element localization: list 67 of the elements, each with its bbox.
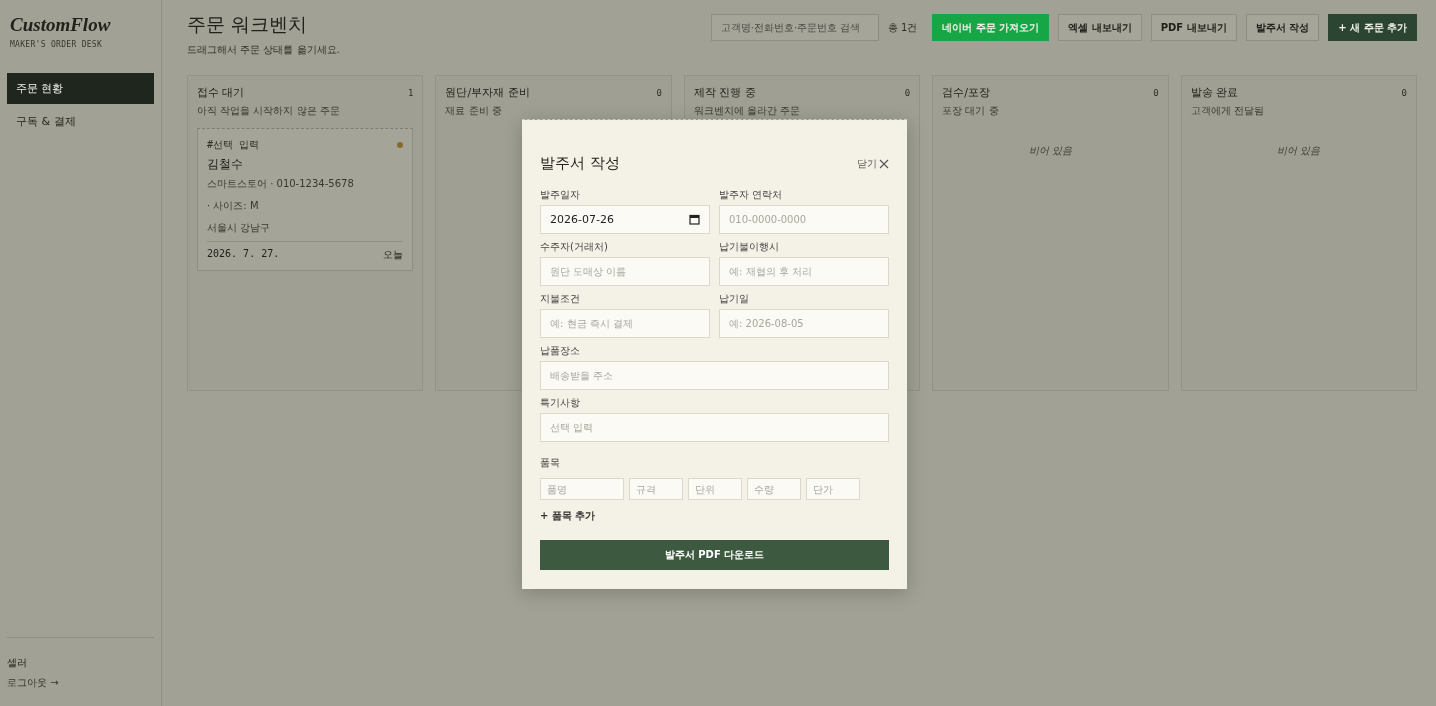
column-title: 발송 완료 [1190, 85, 1239, 100]
order-card[interactable]: #선택 입력 김철수 스마트스토어 · 010-1234-5678 · 사이즈: M 서울시 강남구 2026. 7. 27. 오늘 [197, 128, 414, 271]
column-count: 0 [656, 87, 662, 98]
date-field[interactable]: 2026-07-26 [540, 205, 710, 234]
column-subtitle: 재료 준비 중 [445, 104, 503, 118]
customer-address: 서울시 강남구 [207, 221, 272, 235]
nav-item[interactable]: 주문 현황 [7, 73, 154, 104]
order-date: 2026. 7. 27. [207, 248, 280, 261]
input-field[interactable]: 예: 현금 즉시 결제 [540, 309, 710, 338]
item-field[interactable]: 수량 [747, 478, 801, 500]
search-field[interactable]: 고객명·전화번호·주문번호 검색 [710, 14, 879, 41]
column-title: 원단/부자재 준비 [445, 85, 530, 100]
empty-label: 비어 있음 [1027, 144, 1073, 158]
input-field[interactable]: 010-0000-0000 [719, 205, 889, 234]
calendar-icon [689, 214, 700, 225]
input-field[interactable]: 예: 재협의 후 처리 [719, 257, 889, 286]
field-label: 납기불이행시 [719, 240, 780, 254]
column-title: 접수 대기 [197, 85, 245, 100]
field-label: 지불조건 [540, 292, 581, 306]
column-subtitle: 포장 대기 중 [942, 104, 1000, 118]
column-title: 검수/포장 [942, 85, 990, 100]
input-field[interactable]: 원단 도매상 이름 [540, 257, 710, 286]
nav-item[interactable]: 구독 & 결제 [7, 106, 154, 137]
field-label: 납기일 [719, 292, 750, 306]
item-field[interactable]: 단가 [806, 478, 860, 500]
column-subtitle: 아직 작업을 시작하지 않은 주문 [197, 104, 341, 118]
due-label: 오늘 [383, 248, 404, 262]
toolbar-button[interactable]: PDF 내보내기 [1150, 14, 1237, 41]
logout-link[interactable]: 로그아웃 → [7, 676, 154, 690]
column-count: 1 [407, 87, 414, 98]
column-title: 제작 진행 중 [693, 85, 756, 100]
customer-name: 김철수 [207, 156, 244, 173]
toolbar-button[interactable]: + 새 주문 추가 [1328, 14, 1417, 41]
field-label: 특기사항 [540, 396, 581, 410]
customer-contact: 스마트스토어 · 010-1234-5678 [207, 177, 355, 191]
user-name: 셀러 [7, 656, 28, 670]
items-label: 품목 [540, 456, 561, 470]
item-field[interactable]: 단위 [688, 478, 742, 500]
column-count: 0 [904, 87, 911, 98]
close-button[interactable]: 닫기 [857, 156, 889, 171]
field-label: 수주자(거래처) [540, 240, 609, 254]
add-item-button[interactable]: + 품목 추가 [540, 509, 596, 523]
order-tag: #선택 입력 [207, 138, 404, 152]
column-subtitle: 고객에게 전달됨 [1190, 104, 1265, 118]
column-count: 0 [1401, 87, 1407, 98]
empty-label: 비어 있음 [1276, 144, 1322, 158]
field-label: 납품장소 [540, 344, 581, 358]
column-subtitle: 워크벤치에 올라간 주문 [693, 104, 802, 118]
total-count: 총 1건 [887, 20, 918, 35]
field-label: 발주자 연락처 [719, 188, 784, 202]
order-option: · 사이즈: M [207, 199, 404, 213]
close-icon [879, 158, 889, 169]
item-field[interactable]: 품명 [540, 478, 624, 500]
item-field[interactable]: 규격 [629, 478, 683, 500]
toolbar-button[interactable]: 엑셀 내보내기 [1058, 14, 1142, 41]
input-field[interactable]: 선택 입력 [540, 413, 889, 442]
logo: CustomFlow [9, 14, 112, 36]
tagline: MAKER'S ORDER DESK [10, 40, 104, 49]
download-pdf-button[interactable]: 발주서 PDF 다운로드 [540, 540, 889, 570]
dialog-title: 발주서 작성 [540, 154, 620, 173]
input-field[interactable]: 예: 2026-08-05 [719, 309, 889, 338]
field-label: 발주일자 [540, 188, 581, 202]
input-field[interactable]: 배송받을 주소 [540, 361, 889, 390]
toolbar-button[interactable]: 발주서 작성 [1245, 14, 1320, 41]
column-count: 0 [1153, 87, 1159, 98]
page-title: 주문 워크벤치 [187, 12, 309, 37]
page-subtitle: 드래그해서 주문 상태를 옮기세요. [187, 43, 340, 57]
